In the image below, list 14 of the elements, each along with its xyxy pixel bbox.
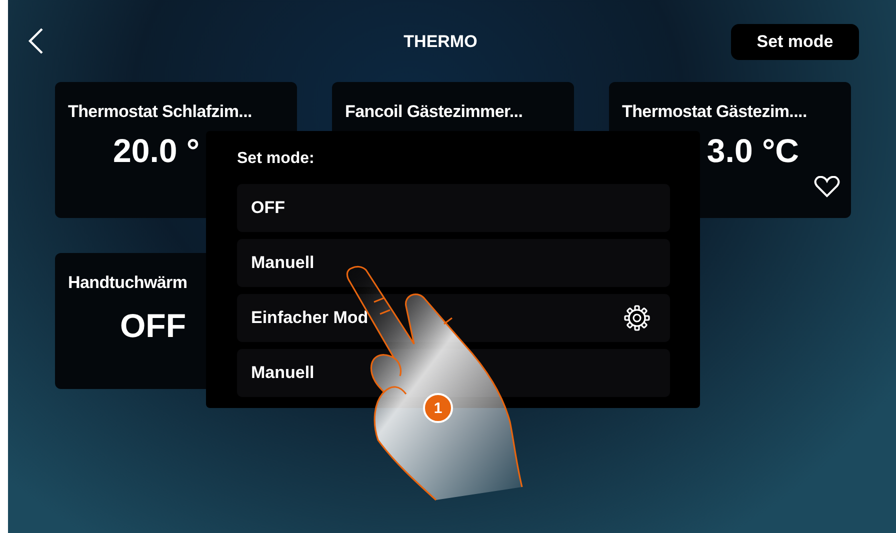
card-title: Fancoil Gästezimmer... [345,102,524,122]
mode-option[interactable]: OFF [237,184,670,232]
card-title: Thermostat Schlafzim... [68,102,253,122]
card-value: OFF [120,307,186,346]
card-value: 3.0 °C [706,132,799,171]
heart-icon[interactable] [814,176,840,198]
card-title: Handtuchwärm [68,273,188,293]
back-icon[interactable] [28,27,44,55]
mode-option[interactable]: Manuell [237,239,670,287]
card-value: 20.0 ° [113,132,200,171]
card-title: Thermostat Gästezim.... [622,102,808,122]
settings-icon[interactable] [624,305,650,331]
screen-title: THERMO [402,32,478,52]
set-mode-button[interactable]: Set mode [731,24,859,60]
